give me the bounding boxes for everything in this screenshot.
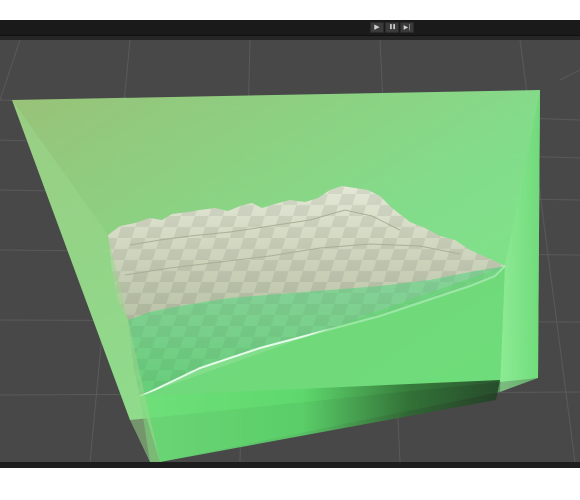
editor-toolbar: ▶ ❚❚ ▶| — [0, 20, 580, 36]
pause-icon: ❚❚ — [388, 24, 396, 30]
pause-button[interactable]: ❚❚ — [385, 22, 399, 33]
top-margin — [0, 0, 580, 20]
playback-controls: ▶ ❚❚ ▶| — [370, 22, 414, 33]
step-icon: ▶| — [403, 23, 411, 31]
scene-render — [0, 40, 580, 462]
scene-viewport[interactable] — [0, 40, 580, 462]
bottom-margin — [0, 468, 580, 500]
play-button[interactable]: ▶ — [370, 22, 384, 33]
play-icon: ▶ — [374, 23, 380, 31]
step-button[interactable]: ▶| — [400, 22, 414, 33]
